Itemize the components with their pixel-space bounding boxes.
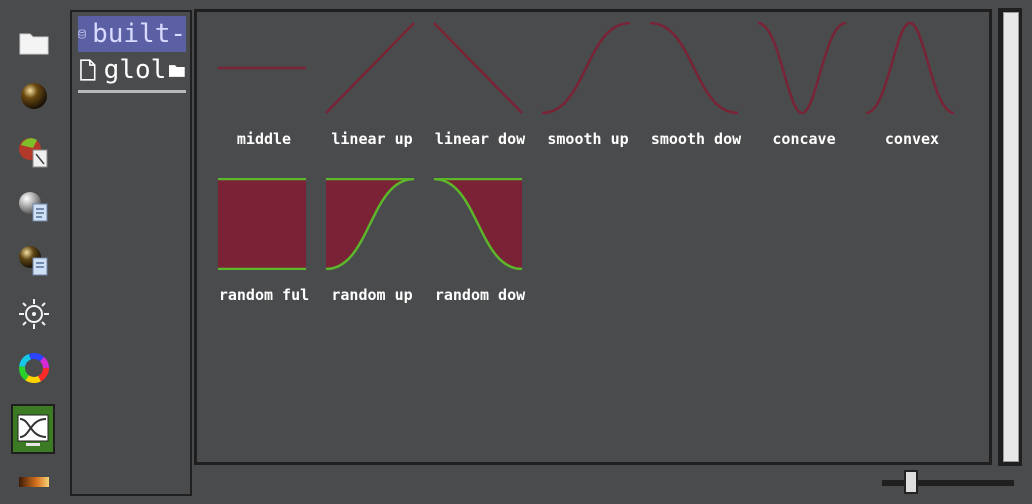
- preset-thumbnail: [325, 22, 415, 114]
- material-file-tool-button[interactable]: [14, 240, 54, 280]
- file-icon: [80, 59, 96, 81]
- material-sphere-icon: [21, 83, 47, 109]
- preset-random-full[interactable]: random ful: [209, 168, 309, 308]
- vertical-scrollbar[interactable]: [998, 8, 1022, 466]
- texture-map-icon: [19, 138, 48, 168]
- library-item-label: glol: [103, 55, 167, 85]
- library-item-global[interactable]: glol: [78, 52, 186, 88]
- preset-thumbnail: [757, 22, 847, 114]
- preset-label: linear dow: [434, 130, 526, 148]
- light-icon: [19, 299, 49, 329]
- material-doc-icon: [19, 192, 48, 222]
- gradient-icon: [19, 477, 49, 487]
- preset-thumbnail: [433, 22, 523, 114]
- material-doc-tool-button[interactable]: [14, 186, 54, 226]
- gradient-tool-button[interactable]: [14, 464, 54, 500]
- slider-knob[interactable]: [904, 470, 918, 494]
- folder-tool-button[interactable]: [14, 22, 54, 62]
- slider-track: [882, 480, 1014, 486]
- preset-label: random ful: [218, 286, 310, 304]
- preset-label: smooth up: [547, 130, 629, 148]
- preset-smooth-up[interactable]: smooth up: [533, 12, 633, 152]
- preset-convex[interactable]: convex: [857, 12, 957, 152]
- library-item-built-in[interactable]: built-: [78, 16, 186, 52]
- library-item-label: built-: [92, 19, 186, 49]
- preset-label: concave: [772, 130, 836, 148]
- scrollbar-thumb[interactable]: [1003, 12, 1019, 462]
- library-panel: built- glol: [70, 10, 192, 496]
- preset-linear-up[interactable]: linear up: [317, 12, 417, 152]
- preset-label: random up: [331, 286, 413, 304]
- preset-thumbnail: [217, 178, 307, 270]
- light-tool-button[interactable]: [14, 294, 54, 334]
- preset-thumbnail: [433, 178, 523, 270]
- preset-thumbnail: [865, 22, 955, 114]
- preset-label: smooth dow: [650, 130, 742, 148]
- preset-random-up[interactable]: random up: [317, 168, 417, 308]
- preset-label: linear up: [331, 130, 413, 148]
- database-icon: [78, 29, 86, 39]
- preset-thumbnail: [325, 178, 415, 270]
- color-wheel-icon: [19, 353, 49, 383]
- preset-thumbnail: [649, 22, 739, 114]
- preset-label: random dow: [434, 286, 526, 304]
- material-file-icon: [19, 246, 48, 276]
- folder-icon: [169, 65, 186, 77]
- preset-thumbnail: [541, 22, 631, 114]
- preset-thumbnail: [217, 66, 307, 70]
- color-tool-button[interactable]: [14, 348, 54, 388]
- preset-concave[interactable]: concave: [749, 12, 849, 152]
- preset-label: middle: [236, 130, 292, 148]
- folder-icon: [19, 33, 49, 55]
- curve-preset-icon: [17, 414, 49, 446]
- curve-preset-tool-button[interactable]: [11, 404, 55, 454]
- thumbnail-size-slider[interactable]: [882, 470, 1016, 496]
- texture-tool-button[interactable]: [14, 132, 54, 172]
- preset-label: convex: [884, 130, 940, 148]
- preset-random-down[interactable]: random dow: [425, 168, 525, 308]
- material-tool-button[interactable]: [14, 76, 54, 116]
- library-separator: [78, 90, 186, 93]
- preset-linear-down[interactable]: linear dow: [425, 12, 525, 152]
- preset-middle[interactable]: middle: [209, 12, 309, 152]
- preset-grid: middle linear up linear dow smooth up smooth…: [194, 9, 992, 465]
- preset-smooth-down[interactable]: smooth dow: [641, 12, 741, 152]
- tool-sidebar: [0, 0, 68, 504]
